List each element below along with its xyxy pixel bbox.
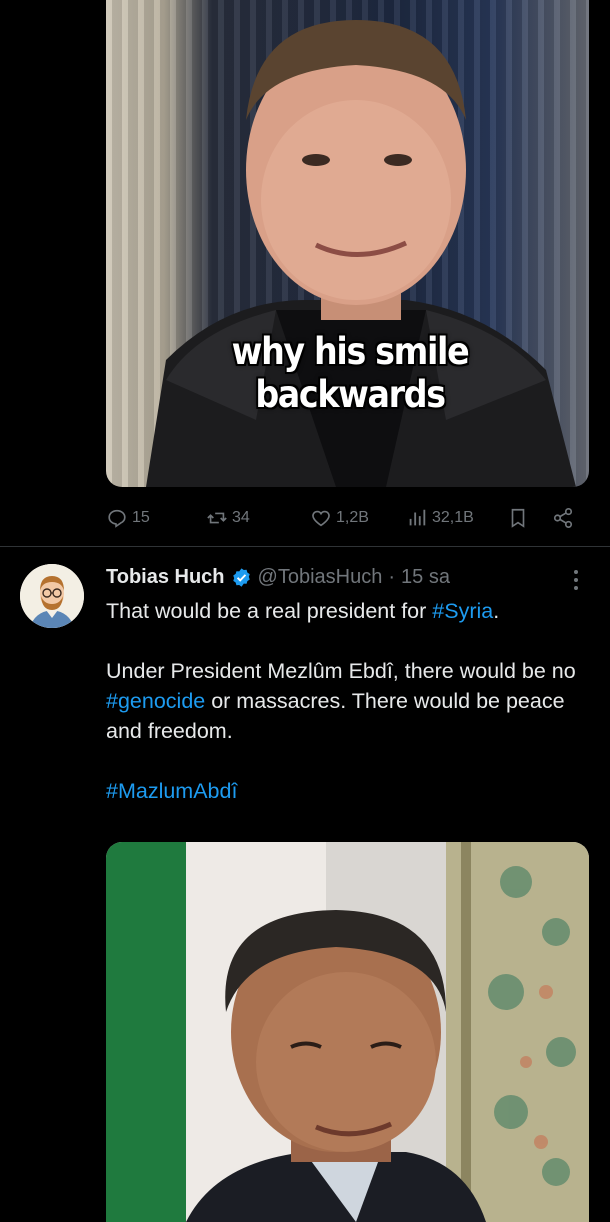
reply-count: 15	[132, 509, 150, 526]
views-count: 32,1B	[432, 509, 474, 526]
retweet-button[interactable]: 34	[206, 503, 250, 533]
tweet-header: Tobias Huch @TobiasHuch · 15 sa	[106, 562, 576, 592]
reply-button[interactable]: 15	[106, 503, 150, 533]
reply-icon	[108, 509, 126, 528]
timestamp[interactable]: 15 sa	[401, 566, 450, 589]
avatar[interactable]	[20, 564, 84, 628]
hashtag-syria[interactable]: #Syria	[432, 599, 493, 623]
bookmark-icon	[511, 508, 525, 528]
author-name[interactable]: Tobias Huch	[106, 566, 225, 589]
text-segment: Under President Mezlûm Ebdî, there would…	[106, 659, 576, 683]
views-icon	[409, 509, 426, 526]
bookmark-button[interactable]	[507, 503, 529, 533]
tweet-divider	[0, 546, 610, 547]
avatar-illustration	[20, 564, 84, 628]
share-icon	[553, 508, 573, 528]
tweet-paragraph-2: Under President Mezlûm Ebdî, there would…	[106, 656, 596, 746]
tweet-text: That would be a real president for #Syri…	[106, 596, 596, 806]
verified-icon	[232, 567, 250, 587]
more-icon	[566, 570, 586, 590]
more-button[interactable]	[566, 566, 586, 594]
text-segment: .	[493, 599, 500, 623]
tweet-paragraph-1: That would be a real president for #Syri…	[106, 596, 596, 626]
hashtag-mazlumabdi[interactable]: #MazlumAbdî	[106, 779, 237, 803]
retweet-count: 34	[232, 509, 250, 526]
like-button[interactable]: 1,2B	[310, 503, 369, 533]
retweet-icon	[207, 512, 227, 524]
tweet-actions-bar: 15 34 1,2B 32,1B	[106, 503, 584, 533]
share-button[interactable]	[552, 503, 574, 533]
tweet-image-photo[interactable]	[106, 842, 589, 1222]
separator-dot: ·	[388, 565, 396, 588]
person-photo-2	[106, 842, 589, 1222]
tweet-image-meme[interactable]: why his smile backwards	[106, 0, 589, 487]
like-count: 1,2B	[336, 509, 369, 526]
hashtag-genocide[interactable]: #genocide	[106, 689, 205, 713]
author-handle[interactable]: @TobiasHuch	[258, 566, 383, 589]
like-icon	[312, 510, 330, 527]
text-segment: That would be a real president for	[106, 599, 433, 623]
views-button[interactable]: 32,1B	[406, 503, 474, 533]
tweet-paragraph-3: #MazlumAbdî	[106, 776, 596, 806]
meme-caption: why his smile backwards	[231, 330, 470, 416]
